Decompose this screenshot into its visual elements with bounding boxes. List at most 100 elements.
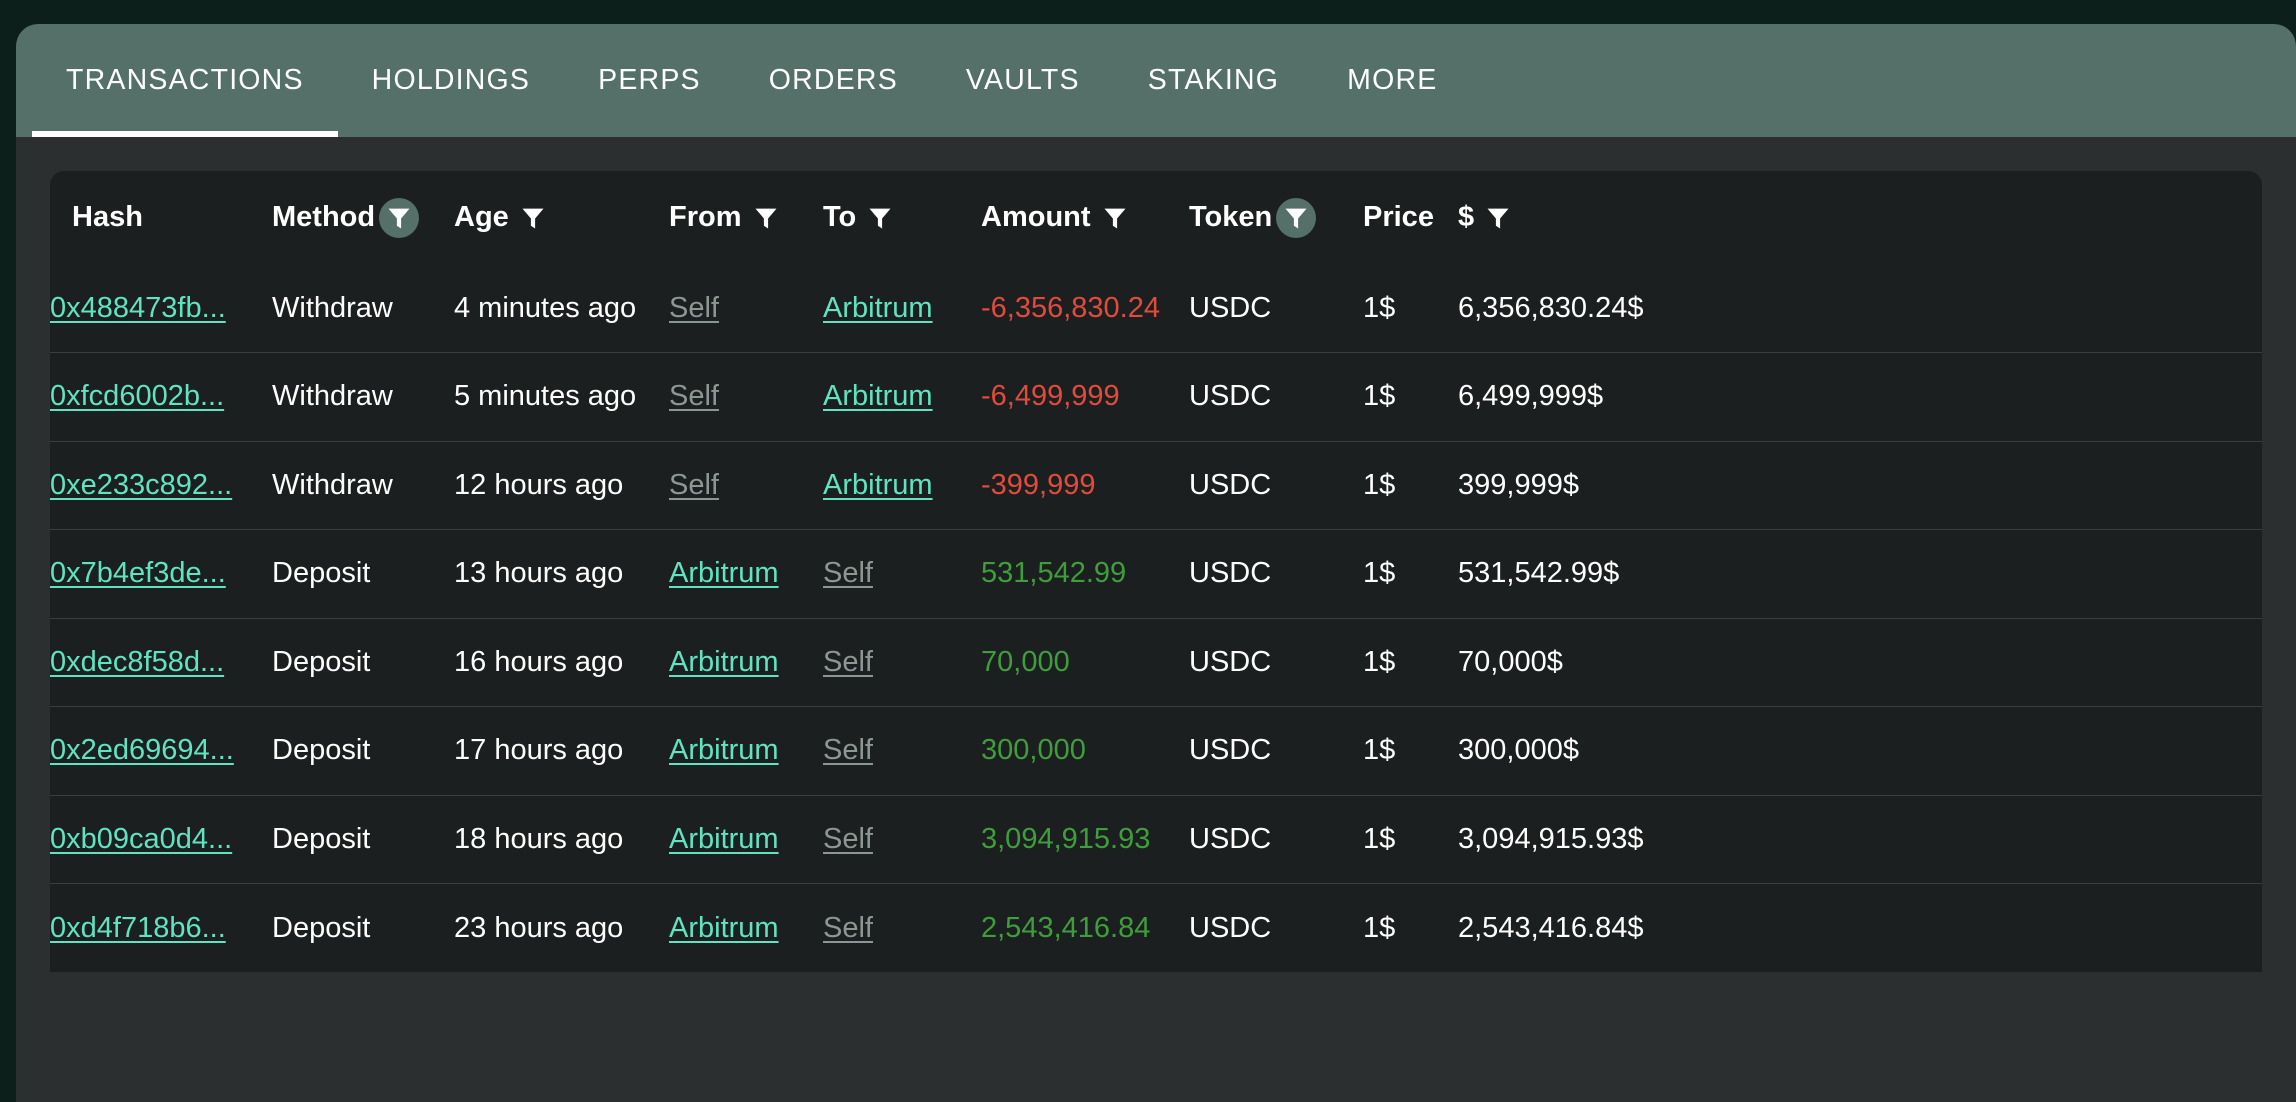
table-header: HashMethodAgeFromToAmountTokenPrice$ [50, 171, 2262, 264]
table-row[interactable]: 0x7b4ef3de...Deposit13 hours agoArbitrum… [50, 530, 2262, 619]
cell-amount: 531,542.99 [981, 530, 1189, 619]
column-header-label-hash: Hash [72, 201, 143, 234]
column-header-usd: $ [1458, 171, 2262, 264]
tab-orders[interactable]: ORDERS [735, 24, 932, 137]
from-link[interactable]: Self [669, 292, 719, 324]
token-value: USDC [1189, 912, 1271, 944]
filter-icon-from[interactable] [746, 198, 786, 238]
cell-to: Arbitrum [823, 264, 981, 353]
price-value: 1$ [1363, 823, 1395, 855]
table-row[interactable]: 0xfcd6002b...Withdraw5 minutes agoSelfAr… [50, 353, 2262, 442]
hash-link[interactable]: 0xb09ca0d4... [50, 823, 232, 855]
hash-link[interactable]: 0x7b4ef3de... [50, 557, 226, 589]
from-link[interactable]: Arbitrum [669, 646, 779, 678]
cell-method: Withdraw [272, 264, 454, 353]
transactions-table-region: HashMethodAgeFromToAmountTokenPrice$ 0x4… [16, 137, 2296, 1102]
method-value: Withdraw [272, 469, 393, 501]
hash-link[interactable]: 0x2ed69694... [50, 734, 234, 766]
table-header-row: HashMethodAgeFromToAmountTokenPrice$ [50, 171, 2262, 264]
column-header-amount: Amount [981, 171, 1189, 264]
cell-hash: 0xb09ca0d4... [50, 795, 272, 884]
to-link[interactable]: Arbitrum [823, 469, 933, 501]
table-row[interactable]: 0xb09ca0d4... Deposit 18 hours ago Arbitrum… [50, 795, 2262, 884]
to-link[interactable]: Self [823, 557, 873, 589]
filter-icon-to[interactable] [860, 198, 900, 238]
cell-hash: 0xe233c892... [50, 441, 272, 530]
table-row[interactable]: 0xdec8f58d...Deposit16 hours agoArbitrum… [50, 618, 2262, 707]
age-value: 18 hours ago [454, 823, 623, 855]
column-header-label-age: Age [454, 201, 509, 234]
usd-value: 399,999$ [1458, 469, 1579, 501]
method-value: Deposit [272, 557, 370, 589]
cell-amount: -6,499,999 [981, 353, 1189, 442]
from-link[interactable]: Self [669, 469, 719, 501]
amount-value: 70,000 [981, 646, 1070, 678]
cell-usd-value: 70,000$ [1458, 618, 2262, 707]
tab-vaults[interactable]: VAULTS [932, 24, 1114, 137]
column-header-token: Token [1189, 171, 1363, 264]
tab-more[interactable]: MORE [1313, 24, 1471, 137]
table-row[interactable]: 0x2ed69694...Deposit17 hours agoArbitrum… [50, 707, 2262, 796]
from-link[interactable]: Arbitrum [669, 823, 779, 855]
hash-link[interactable]: 0xdec8f58d... [50, 646, 224, 678]
cell-to: Self [823, 707, 981, 796]
to-link[interactable]: Self [823, 734, 873, 766]
column-header-label-amount: Amount [981, 201, 1091, 234]
to-link[interactable]: Arbitrum [823, 380, 933, 412]
cell-amount: 3,094,915.93 [981, 795, 1189, 884]
price-value: 1$ [1363, 912, 1395, 944]
token-value: USDC [1189, 823, 1271, 855]
age-value: 4 minutes ago [454, 292, 636, 324]
cell-usd-value: 399,999$ [1458, 441, 2262, 530]
filter-icon-age[interactable] [513, 198, 553, 238]
filter-icon-usd[interactable] [1478, 198, 1518, 238]
to-link[interactable]: Arbitrum [823, 292, 933, 324]
from-link[interactable]: Arbitrum [669, 912, 779, 944]
cell-token: USDC [1189, 795, 1363, 884]
amount-value: 3,094,915.93 [981, 823, 1150, 855]
filter-icon-token[interactable] [1276, 198, 1316, 238]
hash-link[interactable]: 0xfcd6002b... [50, 380, 224, 412]
table-row[interactable]: 0x488473fb... Withdraw4 minutes ago Self Ar… [50, 264, 2262, 353]
cell-age: 4 minutes ago [454, 264, 669, 353]
to-link[interactable]: Self [823, 646, 873, 678]
age-value: 17 hours ago [454, 734, 623, 766]
cell-price: 1$ [1363, 707, 1458, 796]
tab-transactions[interactable]: TRANSACTIONS [32, 24, 338, 137]
to-link[interactable]: Self [823, 823, 873, 855]
cell-age: 23 hours ago [454, 884, 669, 973]
cell-method: Deposit [272, 530, 454, 619]
hash-link[interactable]: 0x488473fb... [50, 292, 226, 324]
cell-from: Self [669, 353, 823, 442]
tab-holdings[interactable]: HOLDINGS [338, 24, 564, 137]
hash-link[interactable]: 0xe233c892... [50, 469, 232, 501]
method-value: Deposit [272, 823, 370, 855]
token-value: USDC [1189, 734, 1271, 766]
app-panel: TRANSACTIONSHOLDINGSPERPSORDERSVAULTSSTA… [16, 24, 2296, 1102]
filter-icon-amount[interactable] [1095, 198, 1135, 238]
from-link[interactable]: Self [669, 380, 719, 412]
cell-hash: 0x488473fb... [50, 264, 272, 353]
cell-usd-value: 6,356,830.24$ [1458, 264, 2262, 353]
hash-link[interactable]: 0xd4f718b6... [50, 912, 226, 944]
cell-hash: 0x2ed69694... [50, 707, 272, 796]
from-link[interactable]: Arbitrum [669, 734, 779, 766]
tab-staking[interactable]: STAKING [1114, 24, 1313, 137]
cell-token: USDC [1189, 707, 1363, 796]
cell-hash: 0xdec8f58d... [50, 618, 272, 707]
amount-value: 2,543,416.84 [981, 912, 1150, 944]
transactions-table: HashMethodAgeFromToAmountTokenPrice$ 0x4… [50, 171, 2262, 972]
column-header-label-token: Token [1189, 201, 1272, 234]
from-link[interactable]: Arbitrum [669, 557, 779, 589]
cell-from: Arbitrum [669, 618, 823, 707]
cell-method: Deposit [272, 618, 454, 707]
cell-hash: 0x7b4ef3de... [50, 530, 272, 619]
cell-usd-value: 3,094,915.93$ [1458, 795, 2262, 884]
table-row[interactable]: 0xe233c892...Withdraw12 hours agoSelfArb… [50, 441, 2262, 530]
table-row[interactable]: 0xd4f718b6...Deposit23 hours agoArbitrum… [50, 884, 2262, 973]
to-link[interactable]: Self [823, 912, 873, 944]
tab-perps[interactable]: PERPS [564, 24, 735, 137]
amount-value: 531,542.99 [981, 557, 1126, 589]
filter-icon-method[interactable] [379, 198, 419, 238]
column-header-age: Age [454, 171, 669, 264]
